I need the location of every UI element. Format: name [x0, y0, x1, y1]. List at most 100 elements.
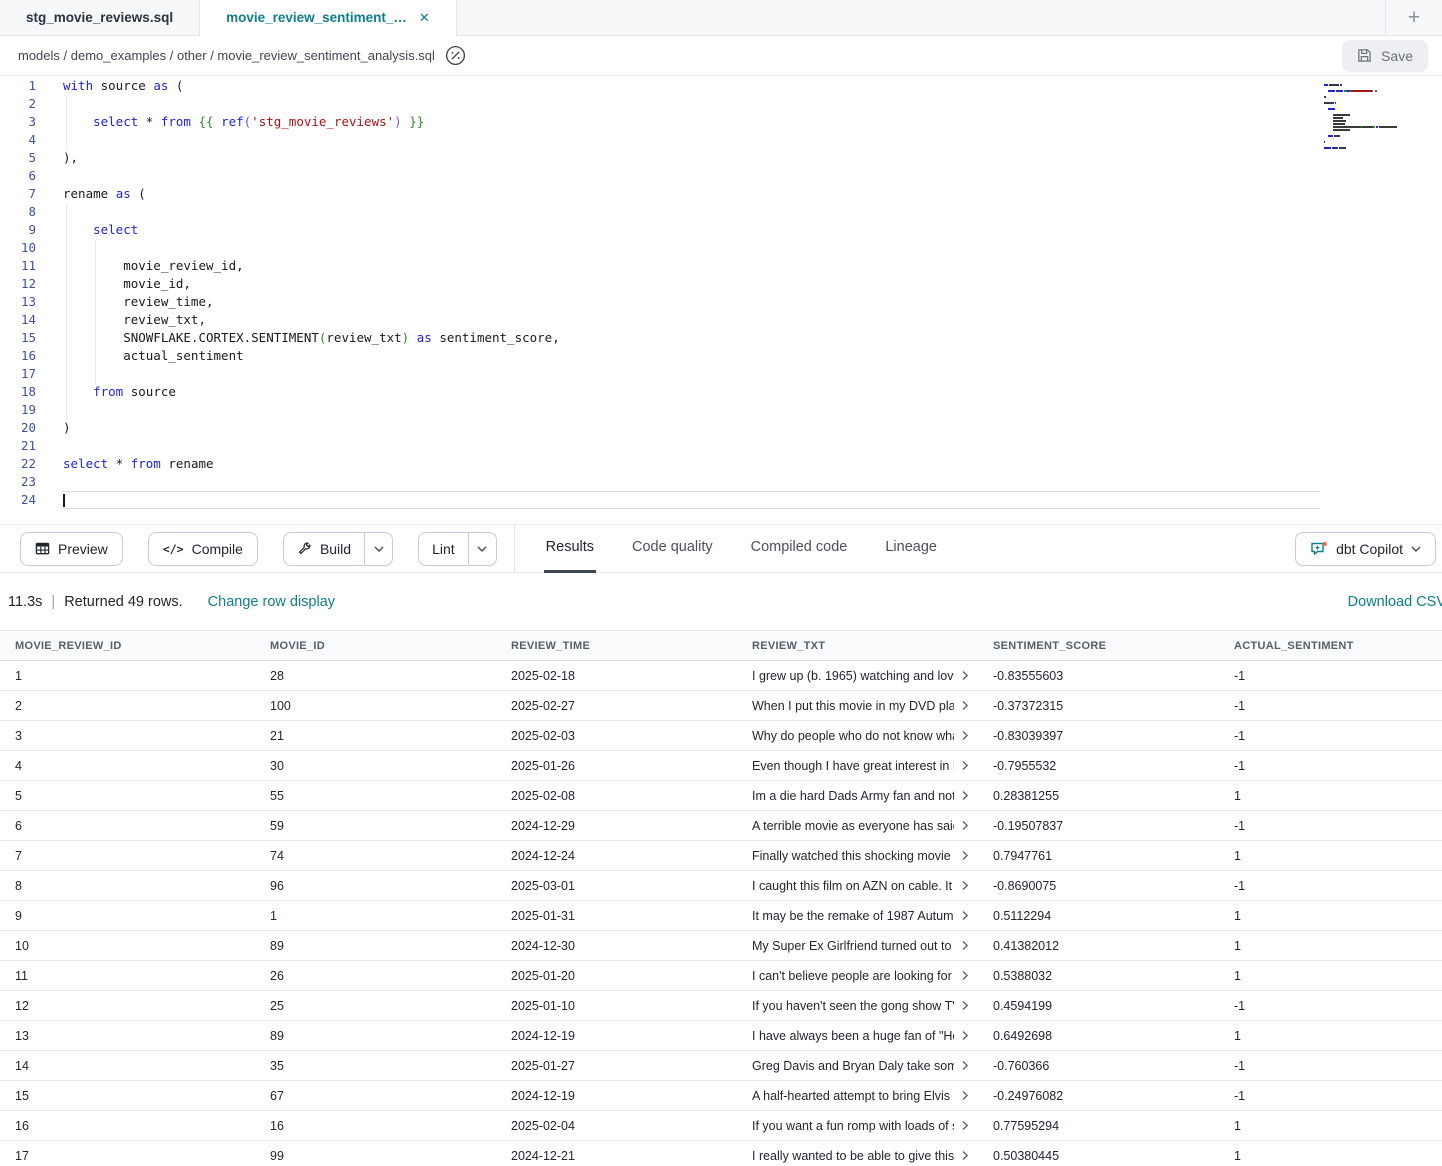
expand-cell-icon[interactable] — [960, 1150, 970, 1161]
cell-review-time: 2024-12-21 — [496, 1149, 737, 1163]
code-token: ( — [168, 78, 183, 93]
lint-label: Lint — [432, 541, 455, 557]
cell-movie-id: 26 — [255, 969, 496, 983]
dbt-copilot-button[interactable]: dbt Copilot — [1295, 532, 1436, 566]
copilot-chat-icon — [1310, 541, 1328, 557]
review-text: Greg Davis and Bryan Daly take some … — [752, 1059, 954, 1073]
compile-button[interactable]: </> Compile — [148, 532, 258, 566]
expand-cell-icon[interactable] — [960, 670, 970, 681]
expand-cell-icon[interactable] — [960, 820, 970, 831]
expand-cell-icon[interactable] — [960, 910, 970, 921]
cell-sentiment-score: 0.28381255 — [978, 789, 1219, 803]
expand-cell-icon[interactable] — [960, 730, 970, 741]
build-button-group: Build — [283, 532, 393, 566]
status-bar: 11.3s | Returned 49 rows. Change row dis… — [0, 573, 1442, 630]
cell-review-time: 2025-01-20 — [496, 969, 737, 983]
line-number: 5 — [0, 149, 36, 167]
cell-movie-review-id: 17 — [0, 1149, 255, 1163]
minimap-segment — [1379, 126, 1397, 128]
lint-dropdown-button[interactable] — [468, 533, 496, 565]
minimap-line — [1324, 123, 1408, 125]
change-row-display-link[interactable]: Change row display — [208, 594, 335, 610]
expand-cell-icon[interactable] — [960, 970, 970, 981]
cell-review-txt: Even though I have great interest in Bi… — [737, 759, 978, 773]
cell-review-time: 2025-02-27 — [496, 699, 737, 713]
minimap-segment — [1328, 108, 1335, 110]
cell-review-txt: I have always been a huge fan of "Hom… — [737, 1029, 978, 1043]
code-text: select * from rename — [63, 455, 214, 473]
preview-button[interactable]: Preview — [20, 532, 123, 566]
close-tab-icon[interactable]: ✕ — [419, 10, 430, 26]
line-number: 2 — [0, 95, 36, 113]
new-tab-button[interactable]: + — [1385, 0, 1442, 35]
cell-movie-review-id: 8 — [0, 879, 255, 893]
code-text: with source as ( — [63, 77, 183, 95]
expand-cell-icon[interactable] — [960, 1030, 970, 1041]
expand-cell-icon[interactable] — [960, 940, 970, 951]
expand-cell-icon[interactable] — [960, 850, 970, 861]
expand-cell-icon[interactable] — [960, 700, 970, 711]
cell-actual-sentiment: -1 — [1219, 1089, 1442, 1103]
lint-button[interactable]: Lint — [419, 533, 468, 565]
save-button[interactable]: Save — [1342, 40, 1428, 72]
breadcrumb: models / demo_examples / other / movie_r… — [18, 48, 435, 63]
cell-review-txt: If you want a fun romp with loads of s… — [737, 1119, 978, 1133]
expand-cell-icon[interactable] — [960, 1120, 970, 1131]
minimap-gap — [1324, 123, 1333, 125]
code-token: select — [93, 222, 138, 237]
cell-actual-sentiment: 1 — [1219, 969, 1442, 983]
table-row: 12252025-01-10If you haven't seen the go… — [0, 991, 1442, 1021]
cell-movie-id: 89 — [255, 1029, 496, 1043]
cell-movie-review-id: 6 — [0, 819, 255, 833]
code-line: 14 review_txt, — [0, 311, 1442, 329]
code-line: 4 — [0, 131, 1442, 149]
tab-compiled-code[interactable]: Compiled code — [749, 524, 850, 573]
build-button[interactable]: Build — [284, 533, 364, 565]
minimap[interactable] — [1324, 84, 1408, 156]
expand-cell-icon[interactable] — [960, 1000, 970, 1011]
editor-tab-2[interactable]: movie_review_sentiment_…✕ — [200, 0, 457, 35]
code-line: 7rename as ( — [0, 185, 1442, 203]
code-text: review_txt, — [63, 311, 206, 329]
code-token: }} — [402, 114, 425, 129]
review-text: I really wanted to be able to give this … — [752, 1149, 954, 1163]
cell-movie-review-id: 14 — [0, 1059, 255, 1073]
tab-lineage[interactable]: Lineage — [883, 524, 939, 573]
cell-sentiment-score: -0.83555603 — [978, 669, 1219, 683]
minimap-gap — [1324, 129, 1333, 131]
download-csv-link[interactable]: Download CSV — [1348, 594, 1442, 610]
breadcrumb-bar: models / demo_examples / other / movie_r… — [0, 36, 1442, 76]
review-text: I caught this film on AZN on cable. It s… — [752, 879, 954, 893]
chevron-down-icon — [477, 546, 487, 552]
expand-cell-icon[interactable] — [960, 1090, 970, 1101]
code-line: 12 movie_id, — [0, 275, 1442, 293]
expand-cell-icon[interactable] — [960, 880, 970, 891]
code-line: 11 movie_review_id, — [0, 257, 1442, 275]
expand-cell-icon[interactable] — [960, 1060, 970, 1071]
code-editor[interactable]: 1with source as (23 select * from {{ ref… — [0, 76, 1442, 524]
cell-movie-id: 16 — [255, 1119, 496, 1133]
minimap-segment — [1351, 90, 1372, 92]
editor-tab-1[interactable]: stg_movie_reviews.sql — [0, 0, 200, 35]
cell-sentiment-score: -0.7955532 — [978, 759, 1219, 773]
code-text: rename as ( — [63, 185, 146, 203]
code-line: 22select * from rename — [0, 455, 1442, 473]
line-number: 10 — [0, 239, 36, 257]
table-row: 5552025-02-08Im a die hard Dads Army fan… — [0, 781, 1442, 811]
expand-cell-icon[interactable] — [960, 760, 970, 771]
cell-movie-review-id: 16 — [0, 1119, 255, 1133]
code-token: 'stg_movie_reviews' — [251, 114, 394, 129]
cell-actual-sentiment: 1 — [1219, 1119, 1442, 1133]
tab-results[interactable]: Results — [544, 524, 596, 573]
line-number: 3 — [0, 113, 36, 131]
cell-sentiment-score: 0.5388032 — [978, 969, 1219, 983]
expand-cell-icon[interactable] — [960, 790, 970, 801]
review-text: When I put this movie in my DVD playe… — [752, 699, 954, 713]
tab-code-quality[interactable]: Code quality — [630, 524, 715, 573]
code-line: 20) — [0, 419, 1442, 437]
build-dropdown-button[interactable] — [364, 533, 392, 565]
cell-movie-review-id: 2 — [0, 699, 255, 713]
column-header-movie-review-id: MOVIE_REVIEW_ID — [0, 640, 255, 652]
review-text: Even though I have great interest in Bi… — [752, 759, 954, 773]
cell-review-time: 2025-02-04 — [496, 1119, 737, 1133]
